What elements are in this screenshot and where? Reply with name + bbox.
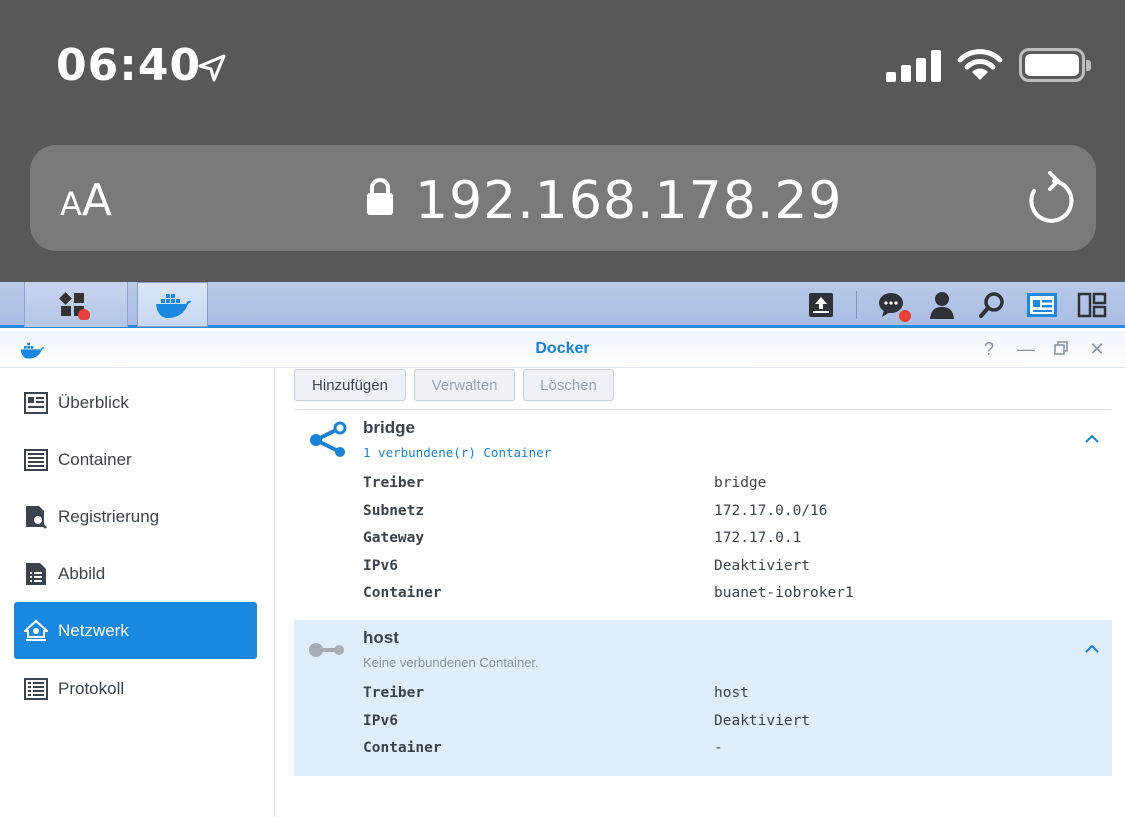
- sidebar-item-label: Abbild: [58, 563, 106, 583]
- detail-key: Treiber: [363, 475, 425, 491]
- detail-value: host: [714, 685, 749, 701]
- overview-icon: [24, 391, 48, 415]
- sidebar-item-network[interactable]: Netzwerk: [14, 602, 257, 659]
- sidebar-item-label: Container: [58, 449, 132, 469]
- network-name: host: [363, 628, 399, 647]
- url-text[interactable]: 192.168.178.29: [415, 171, 843, 231]
- window-title-bar[interactable]: Docker ? — ✕: [0, 331, 1125, 368]
- minimize-icon[interactable]: —: [1017, 339, 1035, 359]
- dsm-taskbar: [0, 282, 1125, 328]
- reload-icon[interactable]: [1022, 171, 1074, 227]
- log-icon: [24, 677, 48, 701]
- close-icon[interactable]: ✕: [1089, 339, 1105, 359]
- add-button[interactable]: Hinzufügen: [294, 369, 406, 401]
- cellular-signal-icon: [886, 48, 941, 82]
- sidebar-item-registry[interactable]: Registrierung: [14, 488, 257, 545]
- maximize-icon[interactable]: [1053, 339, 1069, 359]
- window-title: Docker: [535, 340, 590, 357]
- detail-value: Deaktiviert: [714, 713, 811, 729]
- sidebar-item-label: Registrierung: [58, 506, 160, 526]
- sidebar-item-log[interactable]: Protokoll: [14, 660, 257, 717]
- detail-value: 172.17.0.1: [714, 530, 802, 546]
- detail-value: 172.17.0.0/16: [714, 503, 828, 519]
- lock-icon: [367, 178, 393, 215]
- detail-key: Gateway: [363, 530, 425, 546]
- detail-key: Subnetz: [363, 503, 425, 519]
- notifications-icon[interactable]: [877, 290, 911, 322]
- taskbar-separator: [856, 291, 857, 319]
- manage-button[interactable]: Verwalten: [414, 369, 515, 401]
- connected-containers-link[interactable]: 1 verbundene(r) Container: [363, 445, 551, 460]
- detail-value: bridge: [714, 475, 767, 491]
- detail-key: Container: [363, 585, 442, 601]
- detail-value: -: [714, 740, 723, 756]
- location-arrow-icon: [198, 54, 226, 82]
- sidebar-item-label: Netzwerk: [58, 620, 129, 640]
- share-network-icon: [310, 421, 347, 457]
- network-icon: [24, 619, 48, 643]
- help-icon[interactable]: ?: [981, 339, 997, 359]
- wifi-icon: [957, 49, 1003, 80]
- docker-whale-icon: [155, 293, 191, 318]
- network-item-host[interactable]: host Keine verbundenen Container. Treibe…: [294, 620, 1112, 776]
- docker-taskbar-button[interactable]: [137, 282, 208, 327]
- detail-key: Treiber: [363, 685, 425, 701]
- widgets-icon[interactable]: [1077, 290, 1107, 320]
- text-size-button[interactable]: AA: [60, 175, 112, 226]
- detail-key: IPv6: [363, 558, 398, 574]
- no-containers-text: Keine verbundenen Container.: [363, 655, 539, 670]
- sidebar: Überblick Container Registrierung Abbild: [0, 368, 275, 817]
- search-icon[interactable]: [977, 290, 1007, 320]
- registry-icon: [24, 505, 48, 529]
- main-menu-button[interactable]: [24, 282, 128, 327]
- network-item-bridge[interactable]: bridge 1 verbundene(r) Container Treiber…: [294, 410, 1112, 618]
- sidebar-item-label: Überblick: [58, 392, 129, 412]
- image-icon: [24, 562, 48, 586]
- notification-badge: [899, 310, 911, 322]
- chevron-up-icon[interactable]: [1084, 644, 1100, 654]
- ios-browser-chrome: 06:40 AA 192.168.178.29: [0, 0, 1125, 282]
- host-network-icon: [309, 643, 344, 657]
- detail-value: Deaktiviert: [714, 558, 811, 574]
- status-indicators: [886, 48, 1091, 82]
- address-bar[interactable]: AA 192.168.178.29: [30, 145, 1096, 251]
- detail-key: Container: [363, 740, 442, 756]
- user-icon[interactable]: [927, 290, 957, 320]
- main-menu-icon: [59, 291, 90, 320]
- upload-icon[interactable]: [806, 290, 836, 320]
- battery-icon: [1019, 48, 1091, 82]
- delete-button[interactable]: Löschen: [523, 369, 614, 401]
- network-name: bridge: [363, 418, 415, 437]
- container-icon: [24, 448, 48, 472]
- system-info-icon[interactable]: [1027, 290, 1057, 320]
- sidebar-item-label: Protokoll: [58, 678, 125, 698]
- sidebar-item-container[interactable]: Container: [14, 431, 257, 488]
- sidebar-item-image[interactable]: Abbild: [14, 545, 257, 602]
- detail-value: buanet-iobroker1: [714, 585, 854, 601]
- detail-key: IPv6: [363, 713, 398, 729]
- status-time: 06:40: [56, 40, 202, 91]
- sidebar-item-overview[interactable]: Überblick: [14, 374, 257, 431]
- chevron-up-icon[interactable]: [1084, 434, 1100, 444]
